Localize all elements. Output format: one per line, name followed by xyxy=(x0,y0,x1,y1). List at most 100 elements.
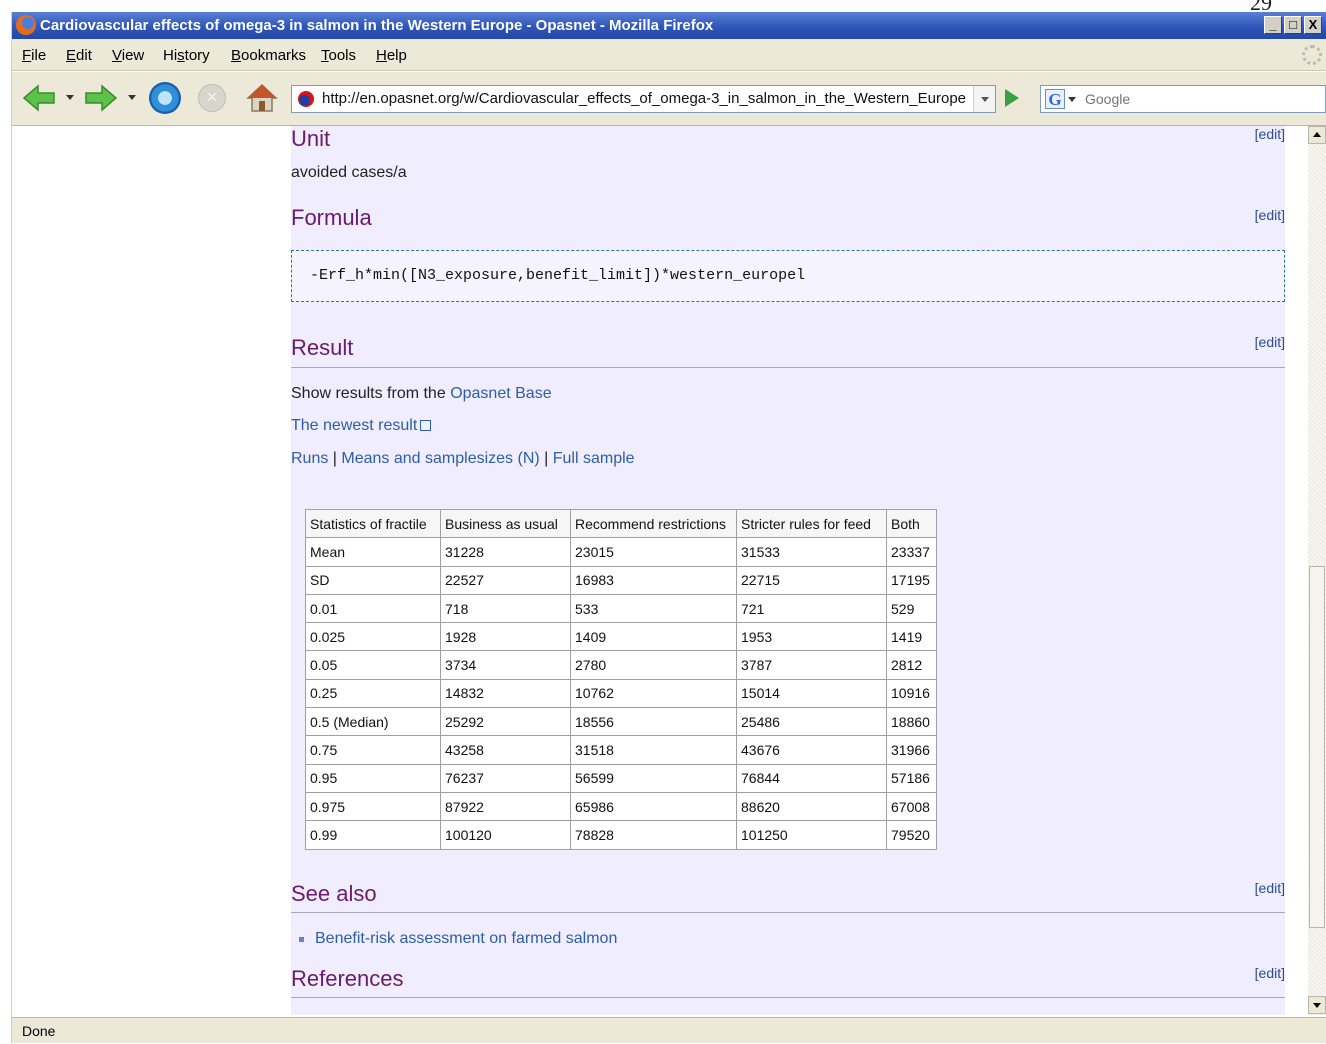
formula-code: -Erf_h*min([N3_exposure,benefit_limit])*… xyxy=(310,267,806,284)
edit-link-formula[interactable]: [edit] xyxy=(1255,207,1285,223)
row-label-cell: SD xyxy=(305,565,441,595)
window-title: Cardiovascular effects of omega-3 in sal… xyxy=(40,17,714,34)
result-links-line: Runs | Means and samplesizes (N) | Full … xyxy=(291,450,635,468)
search-engine-dropdown[interactable] xyxy=(1068,97,1076,102)
value-cell: 2812 xyxy=(886,650,937,680)
opasnet-base-link[interactable]: Opasnet Base xyxy=(450,385,551,402)
row-label-cell: 0.05 xyxy=(305,650,441,680)
go-arrow-icon[interactable] xyxy=(1005,89,1019,107)
menu-tools[interactable]: Tools xyxy=(321,47,356,64)
window-left-border xyxy=(0,12,12,1043)
search-engine-selector[interactable]: G xyxy=(1045,89,1076,109)
value-cell: 16983 xyxy=(570,565,737,595)
scrollbar-thumb[interactable] xyxy=(1309,566,1325,928)
search-input[interactable] xyxy=(1081,86,1301,112)
list-bullet xyxy=(299,937,304,942)
back-arrow-icon[interactable] xyxy=(22,84,56,112)
throbber-icon xyxy=(1302,45,1322,65)
value-cell: 25292 xyxy=(440,707,571,737)
home-icon[interactable] xyxy=(246,82,278,114)
table-header: Statistics of fractile xyxy=(305,508,441,539)
row-label-cell: 0.95 xyxy=(305,763,441,793)
table-header: Stricter rules for feed xyxy=(736,508,887,539)
value-cell: 22527 xyxy=(440,565,571,595)
value-cell: 22715 xyxy=(736,565,887,595)
stop-icon[interactable]: × xyxy=(198,84,226,112)
navigation-toolbar: × http://en.opasnet.org/w/Cardiovascular… xyxy=(12,72,1326,126)
table-row: Mean 31228 23015 31533 23337 xyxy=(305,537,937,567)
back-history-dropdown[interactable] xyxy=(66,95,74,100)
menu-file[interactable]: File xyxy=(22,47,46,64)
value-cell: 101250 xyxy=(736,820,887,850)
link-separator: | xyxy=(539,450,553,467)
see-also-item: Benefit-risk assessment on farmed salmon xyxy=(315,930,617,948)
table-row: 0.99 100120 78828 101250 79520 xyxy=(305,820,937,850)
benefit-risk-link[interactable]: Benefit-risk assessment on farmed salmon xyxy=(315,930,617,947)
unit-value: avoided cases/a xyxy=(291,164,407,181)
value-cell: 1419 xyxy=(886,622,937,652)
table-row: 0.025 1928 1409 1953 1419 xyxy=(305,622,937,652)
formula-code-box: -Erf_h*min([N3_exposure,benefit_limit])*… xyxy=(291,250,1285,302)
edit-link-references[interactable]: [edit] xyxy=(1255,965,1285,981)
value-cell: 65986 xyxy=(570,791,737,822)
results-table: Statistics of fractile Business as usual… xyxy=(305,508,937,850)
table-row: 0.25 14832 10762 15014 10916 xyxy=(305,678,937,709)
menu-bar: File Edit View History Bookmarks Tools H… xyxy=(12,39,1326,71)
menu-help[interactable]: Help xyxy=(376,47,407,64)
scroll-down-button[interactable] xyxy=(1308,996,1326,1014)
full-sample-link[interactable]: Full sample xyxy=(553,450,635,467)
page-viewport: Unit [edit] avoided cases/a Formula [edi… xyxy=(12,126,1308,1015)
value-cell: 31228 xyxy=(440,537,571,567)
search-bar[interactable]: G xyxy=(1040,85,1326,113)
reload-icon[interactable] xyxy=(149,82,181,114)
value-cell: 31518 xyxy=(570,735,737,765)
url-text[interactable]: http://en.opasnet.org/w/Cardiovascular_e… xyxy=(322,86,966,112)
url-history-dropdown[interactable] xyxy=(973,86,995,112)
section-divider xyxy=(291,997,1285,998)
runs-link[interactable]: Runs xyxy=(291,450,328,467)
value-cell: 15014 xyxy=(736,678,887,709)
menu-view[interactable]: View xyxy=(112,47,144,64)
section-heading-unit: Unit xyxy=(291,126,331,151)
value-cell: 718 xyxy=(440,593,571,624)
value-cell: 57186 xyxy=(886,763,937,793)
close-button[interactable]: X xyxy=(1304,16,1322,34)
window-titlebar: Cardiovascular effects of omega-3 in sal… xyxy=(12,12,1326,39)
newest-result-link[interactable]: The newest result xyxy=(291,417,417,434)
value-cell: 533 xyxy=(570,593,737,624)
table-header: Both xyxy=(886,508,937,539)
section-divider xyxy=(291,912,1285,913)
maximize-button[interactable]: □ xyxy=(1284,16,1302,34)
section-heading-references: References xyxy=(291,966,404,991)
value-cell: 18556 xyxy=(570,707,737,737)
table-row: 0.01 718 533 721 529 xyxy=(305,593,937,624)
means-samplesizes-link[interactable]: Means and samplesizes (N) xyxy=(341,450,539,467)
result-source-prefix: Show results from the xyxy=(291,385,446,402)
table-row: 0.975 87922 65986 88620 67008 xyxy=(305,791,937,822)
table-row: 0.5 (Median) 25292 18556 25486 18860 xyxy=(305,707,937,737)
row-label-cell: 0.025 xyxy=(305,622,441,652)
section-heading-result: Result xyxy=(291,335,354,360)
forward-arrow-icon[interactable] xyxy=(84,84,118,112)
value-cell: 87922 xyxy=(440,791,571,822)
value-cell: 88620 xyxy=(736,791,887,822)
google-icon: G xyxy=(1045,89,1065,109)
edit-link-see-also[interactable]: [edit] xyxy=(1255,880,1285,896)
menu-bookmarks[interactable]: Bookmarks xyxy=(231,47,306,64)
table-row: 0.75 43258 31518 43676 31966 xyxy=(305,735,937,765)
value-cell: 43676 xyxy=(736,735,887,765)
value-cell: 23015 xyxy=(570,537,737,567)
forward-history-dropdown[interactable] xyxy=(128,95,136,100)
scroll-up-button[interactable] xyxy=(1308,126,1326,144)
section-heading-formula: Formula xyxy=(291,205,372,230)
vertical-scrollbar[interactable] xyxy=(1308,126,1326,1015)
edit-link-result[interactable]: [edit] xyxy=(1255,334,1285,350)
menu-edit[interactable]: Edit xyxy=(66,47,92,64)
row-label-cell: 0.5 (Median) xyxy=(305,707,441,737)
minimize-button[interactable]: _ xyxy=(1264,16,1282,34)
menu-history[interactable]: History xyxy=(163,47,210,64)
arrow-up-icon xyxy=(1313,132,1321,137)
address-bar[interactable]: http://en.opasnet.org/w/Cardiovascular_e… xyxy=(291,85,996,113)
edit-link-unit[interactable]: [edit] xyxy=(1255,126,1285,142)
row-label-cell: 0.75 xyxy=(305,735,441,765)
